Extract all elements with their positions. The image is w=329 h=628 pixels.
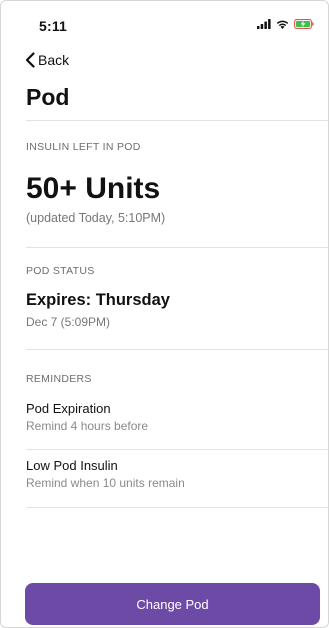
pod-expires-text: Expires: Thursday [26,291,170,309]
change-pod-label: Change Pod [136,596,209,612]
reminder-row-pod-expiration[interactable]: Pod Expiration Remind 4 hours before [1,395,328,449]
cellular-signal-icon [257,19,271,29]
status-bar: 5:11 [1,1,328,45]
reminder-subtitle: Remind 4 hours before [26,419,149,433]
status-icons [257,19,314,29]
back-button[interactable]: Back [25,52,69,68]
reminder-subtitle: Remind when 10 units remain [26,476,185,490]
chevron-left-icon [25,52,35,68]
page-title: Pod [26,84,70,110]
battery-charging-icon [294,19,314,29]
reminder-row-low-pod-insulin[interactable]: Low Pod Insulin Remind when 10 units rem… [1,451,328,507]
screen: 5:11 Back Pod INSULIN LEFT IN POD 50+ Un… [0,0,329,628]
divider [26,507,328,508]
divider [26,247,328,248]
reminder-title: Pod Expiration [26,401,111,416]
insulin-units-value: 50+ Units [26,172,161,205]
divider [26,120,328,121]
divider [26,349,328,350]
insulin-updated-text: (updated Today, 5:10PM) [26,211,166,225]
wifi-icon [276,20,289,29]
pod-expires-date: Dec 7 (5:09PM) [26,315,111,329]
insulin-section-header: INSULIN LEFT IN POD [26,141,141,153]
change-pod-button[interactable]: Change Pod [25,583,320,625]
reminders-section-header: REMINDERS [26,373,92,385]
back-label: Back [38,52,70,68]
status-time: 5:11 [39,18,68,34]
pod-status-section-header: POD STATUS [26,265,95,277]
divider [26,449,328,450]
reminder-title: Low Pod Insulin [26,458,118,473]
